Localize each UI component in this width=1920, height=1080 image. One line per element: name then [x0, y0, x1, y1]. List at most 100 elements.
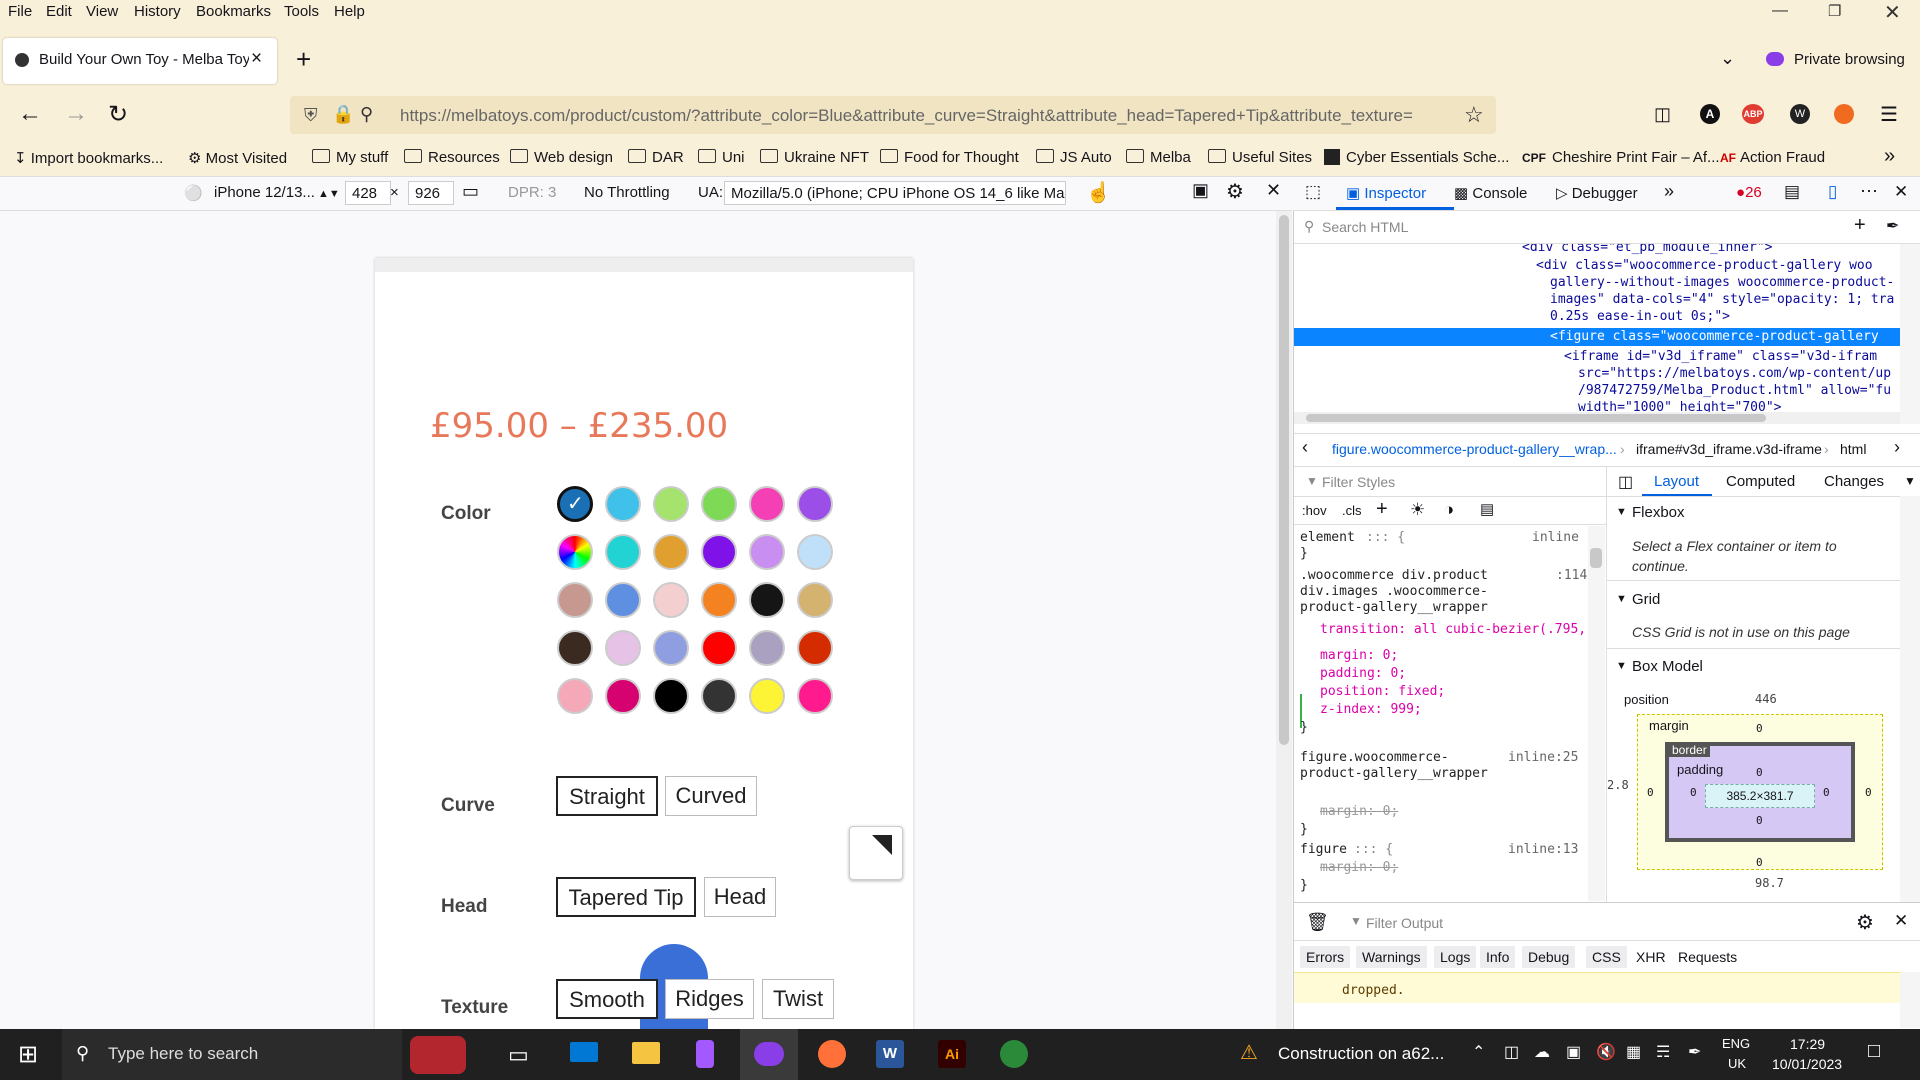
dark-theme-icon[interactable]: ◑ [1444, 500, 1454, 520]
taskbar-search-input[interactable]: Type here to search [108, 1044, 258, 1064]
color-swatch[interactable] [605, 534, 641, 570]
menu-help[interactable]: Help [334, 3, 365, 20]
frame-picker-icon[interactable]: ▤ [1784, 182, 1800, 202]
box-position-left[interactable]: 2.8 [1607, 778, 1629, 792]
rule-source[interactable]: inline [1532, 530, 1579, 545]
notification-text[interactable]: Construction on a62... [1278, 1044, 1444, 1064]
flexbox-collapse-icon[interactable]: ▼ [1616, 506, 1627, 518]
bookmark-folder[interactable]: Uni [698, 149, 745, 166]
close-rdm-icon[interactable]: ✕ [1266, 180, 1281, 201]
menu-history[interactable]: History [134, 3, 181, 20]
adblock-icon[interactable]: ABP [1742, 104, 1764, 124]
bookmark-folder[interactable]: JS Auto [1036, 149, 1112, 166]
settings-gear-icon[interactable]: ⚙ [1226, 179, 1244, 204]
color-swatch[interactable] [797, 678, 833, 714]
touch-simulation-icon[interactable]: ☝ [1086, 180, 1111, 205]
tab-list-chevron-icon[interactable]: ⌄ [1720, 48, 1735, 69]
tab-layout[interactable]: Layout [1654, 473, 1699, 490]
hamburger-menu-icon[interactable]: ☰ [1880, 102, 1898, 127]
texture-smooth-button[interactable]: Smooth [556, 979, 658, 1019]
console-close-icon[interactable]: ✕ [1894, 911, 1908, 931]
rule-declaration[interactable]: margin: 0; [1320, 648, 1398, 663]
device-select[interactable]: iPhone 12/13... [214, 184, 315, 201]
rules-scrollbar[interactable] [1588, 526, 1605, 901]
device-icon[interactable]: ◫ [1504, 1042, 1519, 1062]
bookmark-folder[interactable]: Food for Thought [880, 149, 1019, 166]
color-swatch[interactable] [797, 582, 833, 618]
mail-icon[interactable] [570, 1042, 598, 1062]
rules-scroll-thumb[interactable] [1590, 548, 1602, 568]
light-theme-icon[interactable]: ☀ [1410, 500, 1425, 520]
restore-icon[interactable]: ❐ [1828, 2, 1841, 20]
fullscreen-toggle-button[interactable] [849, 826, 903, 880]
boxmodel-title[interactable]: Box Model [1632, 658, 1703, 675]
rule-selector[interactable]: .woocommerce div.product div.images .woo… [1300, 568, 1510, 616]
console-scrollbar[interactable] [1900, 972, 1920, 1028]
breadcrumb-item[interactable]: html [1840, 441, 1866, 457]
element-picker-icon[interactable]: ⬚ [1305, 182, 1321, 202]
url-text[interactable]: https://melbatoys.com/product/custom/?at… [400, 106, 1450, 126]
filter-output-input[interactable]: Filter Output [1366, 915, 1443, 931]
rule-source[interactable]: inline:13 [1508, 842, 1578, 857]
color-swatch[interactable] [557, 678, 593, 714]
box-margin-left[interactable]: 0 [1647, 786, 1654, 799]
rule-source[interactable]: :1146 [1556, 568, 1588, 583]
markup-line[interactable]: /987472759/Melba_Product.html" allow="fu [1578, 383, 1891, 398]
app-icon[interactable] [1000, 1040, 1028, 1068]
color-swatch[interactable] [701, 678, 737, 714]
cls-toggle[interactable]: .cls [1342, 503, 1362, 518]
pen-icon[interactable]: ✒ [1688, 1042, 1701, 1062]
close-window-icon[interactable]: ✕ [1884, 0, 1901, 25]
cloud-icon[interactable]: ☁ [1534, 1042, 1550, 1062]
color-swatch[interactable] [605, 630, 641, 666]
filter-debug-button[interactable]: Debug [1522, 946, 1576, 968]
print-media-icon[interactable]: ▤ [1480, 500, 1494, 518]
viewport-scroll-thumb[interactable] [1279, 215, 1289, 745]
color-swatch[interactable] [701, 486, 737, 522]
firefox-icon[interactable] [818, 1040, 846, 1068]
clock-date[interactable]: 10/01/2023 [1772, 1056, 1842, 1072]
taskbar-search-box[interactable]: ⚲ Type here to search [62, 1029, 402, 1080]
head-tapered-tip-button[interactable]: Tapered Tip [556, 877, 696, 917]
color-swatch[interactable] [797, 630, 833, 666]
color-swatch[interactable] [749, 486, 785, 522]
breadcrumb-right-icon[interactable]: › [1894, 437, 1900, 458]
filter-css-button[interactable]: CSS [1586, 946, 1627, 968]
volume-muted-icon[interactable]: 🔇 [1596, 1042, 1616, 1062]
extension-icon[interactable] [1834, 104, 1854, 124]
bookmark-folder[interactable]: My stuff [312, 149, 388, 166]
menu-view[interactable]: View [86, 3, 118, 20]
rule-declaration[interactable]: transition: all cubic-bezier(.795,-.035,… [1320, 622, 1588, 637]
color-swatch[interactable] [653, 582, 689, 618]
filter-info-button[interactable]: Info [1480, 946, 1516, 968]
rotate-icon[interactable]: ▭ [462, 181, 479, 202]
curve-curved-button[interactable]: Curved [665, 776, 757, 816]
wappalyzer-icon[interactable]: W [1790, 104, 1810, 124]
boxmodel-collapse-icon[interactable]: ▼ [1616, 660, 1627, 672]
color-swatch[interactable] [557, 582, 593, 618]
bookmark-cyber-essentials[interactable]: Cyber Essentials Sche... [1324, 149, 1509, 166]
box-padding-bottom[interactable]: 0 [1756, 814, 1763, 827]
markup-line[interactable]: images" data-cols="4" style="opacity: 1;… [1550, 292, 1894, 307]
dpr-select[interactable]: DPR: 3 [508, 184, 556, 201]
toggle-sidebar-icon[interactable]: ◫ [1618, 472, 1633, 492]
device-dropdown-icon[interactable]: ▲▼ [318, 188, 340, 200]
markup-line[interactable]: src="https://melbatoys.com/wp-content/up [1578, 366, 1891, 381]
color-swatch[interactable] [653, 678, 689, 714]
tab-changes[interactable]: Changes [1824, 473, 1884, 490]
filter-logs-button[interactable]: Logs [1434, 946, 1477, 968]
markup-line-selected[interactable]: <figure class="woocommerce-product-galle… [1550, 329, 1879, 344]
filter-requests-button[interactable]: Requests [1672, 946, 1743, 968]
shield-icon[interactable]: ⛨ [304, 105, 318, 126]
rule-declaration[interactable]: padding: 0; [1320, 666, 1406, 681]
task-view-icon[interactable]: ▭ [508, 1042, 529, 1068]
viewport-height-input[interactable]: 926 [408, 181, 454, 205]
box-position-bottom[interactable]: 98.7 [1755, 876, 1784, 890]
news-widget-icon[interactable] [410, 1036, 466, 1074]
lock-icon[interactable]: 🔒 [332, 104, 354, 125]
rule-declaration[interactable]: position: fixed; [1320, 684, 1445, 699]
color-swatch[interactable] [701, 630, 737, 666]
clear-console-icon[interactable]: 🗑 [1306, 912, 1329, 933]
user-agent-input[interactable]: Mozilla/5.0 (iPhone; CPU iPhone OS 14_6 … [724, 181, 1066, 205]
eyedropper-icon[interactable]: ✒ [1886, 216, 1899, 236]
